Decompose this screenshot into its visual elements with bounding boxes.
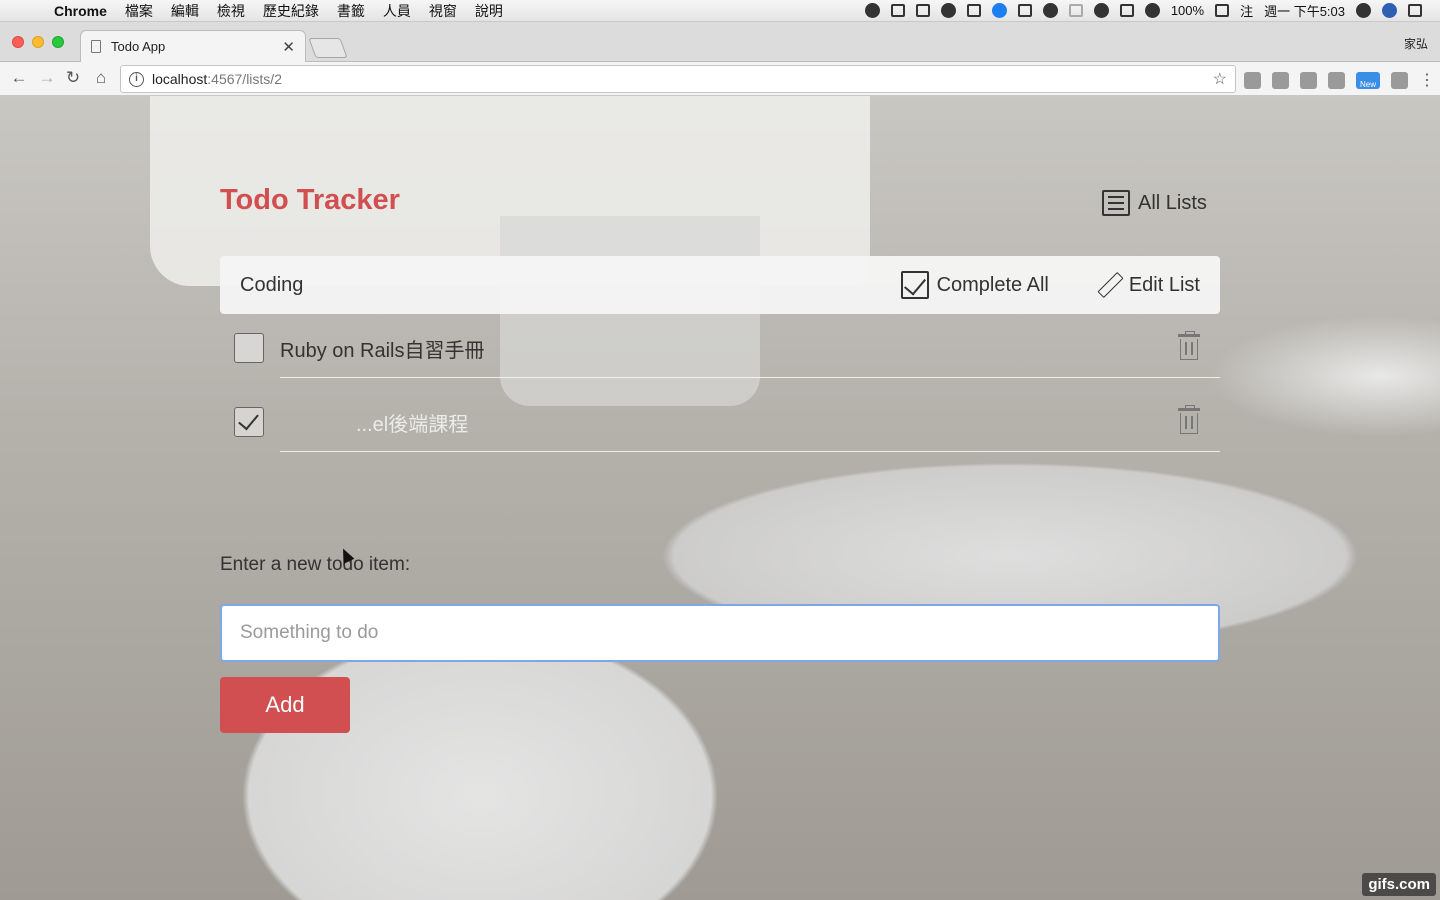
eyedropper-icon[interactable] <box>1328 71 1345 89</box>
reload-icon[interactable]: ↻ <box>62 67 84 89</box>
dropbox-icon[interactable] <box>966 4 981 17</box>
shazam-icon[interactable] <box>991 3 1007 18</box>
time-machine-icon[interactable] <box>1042 3 1058 18</box>
page-viewport: Todo Tracker All Lists Coding Complete A… <box>0 96 1440 900</box>
menu-people[interactable]: 人員 <box>383 1 411 21</box>
checkbox-checked-icon <box>900 271 929 299</box>
window-zoom-button[interactable] <box>52 36 64 48</box>
window-minimize-button[interactable] <box>32 36 44 48</box>
menu-clock[interactable]: 週一 下午5:03 <box>1264 1 1345 20</box>
menu-help[interactable]: 說明 <box>475 1 503 21</box>
todo-item: ...el後端課程 <box>234 392 1220 452</box>
list-icon <box>1102 190 1130 216</box>
menu-edit[interactable]: 編輯 <box>171 1 199 21</box>
edit-list-button[interactable]: Edit List <box>1097 273 1200 297</box>
todo-item: Ruby on Rails自習手冊 <box>234 318 1220 378</box>
add-button[interactable]: Add <box>220 677 350 733</box>
edit-list-label: Edit List <box>1128 273 1200 296</box>
todo-text: ...el後端課程 <box>356 413 469 436</box>
airdrop-icon[interactable] <box>915 4 930 17</box>
airplay-icon[interactable] <box>1119 4 1134 17</box>
todo-text: Ruby on Rails自習手冊 <box>280 339 485 362</box>
home-icon[interactable]: ⌂ <box>90 67 112 89</box>
menu-file[interactable]: 檔案 <box>125 1 153 21</box>
extension-icon[interactable] <box>1272 71 1289 89</box>
complete-all-label: Complete All <box>936 273 1049 296</box>
volume-icon[interactable] <box>1144 3 1160 18</box>
bookmark-star-icon[interactable]: ☆ <box>1213 69 1227 89</box>
siri-icon[interactable] <box>1382 3 1397 18</box>
browser-tab-strip: Todo App ✕ 家弘 <box>0 22 1440 62</box>
todo-divider <box>280 377 1220 378</box>
new-tab-button[interactable] <box>308 38 348 58</box>
extension-icons: New ⋮ <box>1244 70 1435 90</box>
trash-icon[interactable] <box>1178 331 1200 360</box>
menu-history[interactable]: 歷史紀錄 <box>263 1 319 21</box>
site-info-icon[interactable]: i <box>129 71 144 87</box>
pocket-icon[interactable] <box>1300 71 1317 89</box>
evernote-icon[interactable] <box>890 4 905 17</box>
battery-icon[interactable] <box>1215 4 1230 17</box>
pencil-icon <box>1097 273 1121 297</box>
spotlight-icon[interactable] <box>1356 3 1371 18</box>
cloud-icon[interactable] <box>940 3 956 18</box>
browser-tab-active[interactable]: Todo App ✕ <box>80 30 306 62</box>
cat-icon[interactable] <box>1017 4 1032 17</box>
list-name: Coding <box>240 273 304 296</box>
menu-view[interactable]: 檢視 <box>217 1 245 21</box>
new-extension-icon[interactable]: New <box>1356 71 1380 89</box>
url-host: localhost <box>152 71 208 87</box>
input-method-indicator[interactable]: 注 <box>1240 1 1253 20</box>
menu-bookmarks[interactable]: 書籤 <box>337 1 365 21</box>
status-area: 100% 注 週一 下午5:03 <box>864 1 1440 20</box>
page-icon <box>91 40 101 53</box>
chrome-menu-icon[interactable]: ⋮ <box>1419 70 1435 90</box>
macos-menu-bar: Chrome 檔案 編輯 檢視 歷史紀錄 書籤 人員 視窗 說明 100% 注 … <box>0 0 1440 22</box>
address-bar[interactable]: i localhost :4567/lists/2 ☆ <box>120 65 1236 93</box>
todo-divider <box>280 451 1220 452</box>
all-lists-label: All Lists <box>1138 191 1207 214</box>
tab-close-icon[interactable]: ✕ <box>282 38 295 56</box>
wifi-icon[interactable] <box>1093 3 1109 18</box>
notification-center-icon[interactable] <box>1408 4 1422 17</box>
url-path: :4567/lists/2 <box>207 71 282 87</box>
battery-percent[interactable]: 100% <box>1171 3 1204 18</box>
tab-title: Todo App <box>111 39 166 54</box>
todo-checkbox-checked[interactable] <box>234 407 264 437</box>
cast-icon[interactable] <box>1244 71 1261 89</box>
new-todo-label: Enter a new todo item: <box>220 554 411 575</box>
forward-icon[interactable]: → <box>36 67 58 89</box>
menu-app-name[interactable]: Chrome <box>54 3 107 19</box>
profile-name[interactable]: 家弘 <box>1404 35 1428 52</box>
record-icon[interactable] <box>864 3 880 18</box>
app-title[interactable]: Todo Tracker <box>220 184 400 217</box>
complete-all-button[interactable]: Complete All <box>900 271 1049 299</box>
gifs-watermark: gifs.com <box>1362 873 1436 896</box>
menu-window[interactable]: 視窗 <box>429 1 457 21</box>
ghostery-icon[interactable] <box>1391 71 1408 89</box>
window-close-button[interactable] <box>12 36 24 48</box>
bluetooth-icon[interactable] <box>1068 4 1083 17</box>
back-icon[interactable]: ← <box>8 67 30 89</box>
trash-icon[interactable] <box>1178 405 1200 434</box>
all-lists-link[interactable]: All Lists <box>1102 190 1207 216</box>
browser-toolbar: ← → ↻ ⌂ i localhost :4567/lists/2 ☆ New … <box>0 62 1440 96</box>
new-todo-input[interactable] <box>220 604 1220 662</box>
list-header: Coding Complete All Edit List <box>220 256 1220 314</box>
todo-checkbox[interactable] <box>234 333 264 363</box>
